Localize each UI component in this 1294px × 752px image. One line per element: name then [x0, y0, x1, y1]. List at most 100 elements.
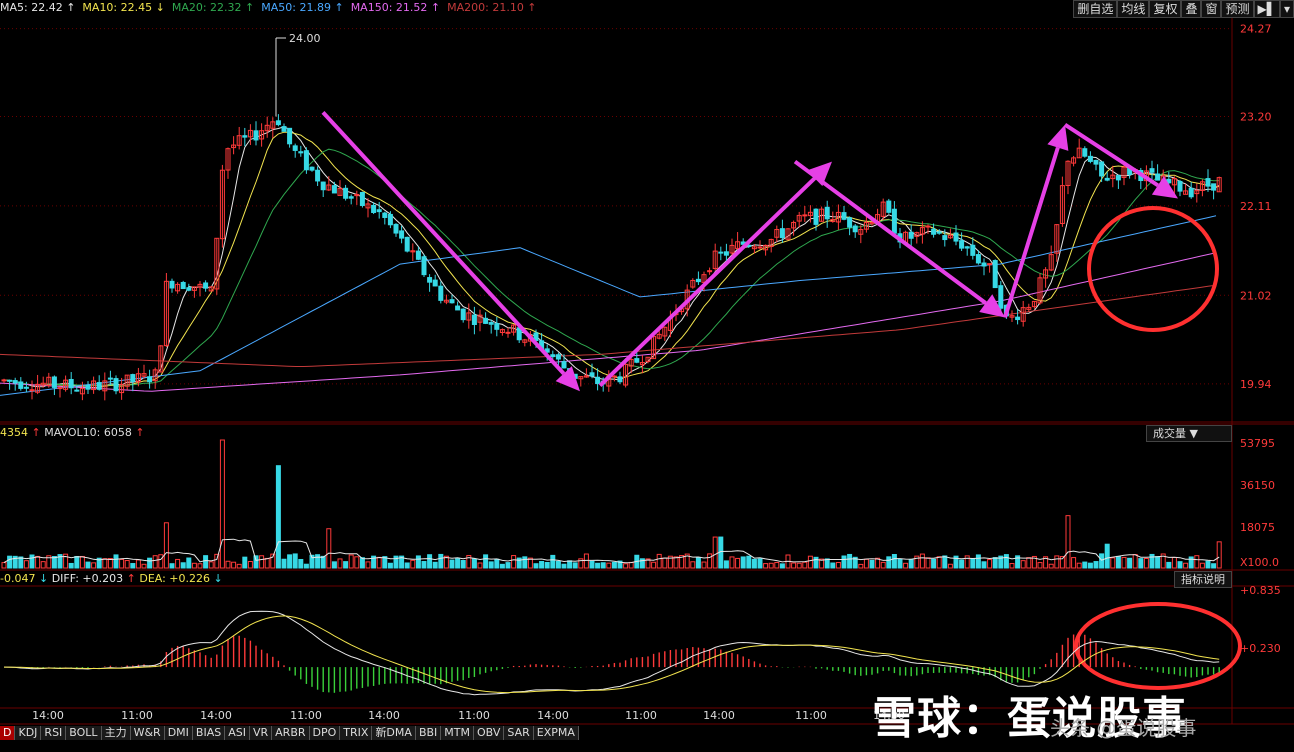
volume-bar [1009, 563, 1015, 569]
candle-body [981, 262, 987, 267]
toolbar-button[interactable]: 复权 [1149, 0, 1182, 18]
indicator-tab[interactable]: KDJ [15, 726, 42, 740]
candle-body [1082, 148, 1088, 157]
candle-body [718, 251, 724, 254]
volume-bar [7, 555, 13, 569]
candle-body [292, 145, 298, 151]
indicator-tab[interactable]: DMI [164, 726, 193, 740]
volume-bar [505, 562, 511, 569]
toolbar-button[interactable]: 窗 [1201, 0, 1222, 18]
volume-bar [359, 557, 365, 569]
ma-legend-item: MA5: 22.42 ↑ [0, 1, 76, 14]
volume-bar [897, 558, 903, 569]
indicator-tab[interactable]: RSI [41, 726, 67, 740]
volume-selector-button[interactable]: 成交量 ▼ [1146, 425, 1232, 442]
volume-bar [1, 562, 7, 569]
time-tick-label: 14:00 [32, 709, 64, 722]
candle-body [925, 225, 931, 228]
candle-body [449, 299, 455, 304]
volume-bar [555, 560, 561, 569]
toolbar-button[interactable]: 删自选 [1073, 0, 1118, 18]
volume-bar [427, 554, 433, 569]
candle-body [595, 376, 601, 385]
volume-bar [1065, 515, 1071, 569]
watermark-subtext: 头条 @蛋说股事 [1050, 716, 1197, 740]
volume-bar [992, 557, 998, 569]
indicator-tab[interactable]: ARBR [272, 726, 310, 740]
toolbar-button[interactable]: ▾ [1279, 0, 1294, 18]
volume-bar [707, 553, 713, 569]
indicator-tab[interactable]: BIAS [192, 726, 226, 740]
volume-bar [1194, 555, 1200, 569]
volume-bar [449, 559, 455, 569]
volume-bar [152, 555, 158, 569]
toolbar-button[interactable]: 均线 [1117, 0, 1150, 18]
indicator-tab[interactable]: DPO [309, 726, 341, 740]
volume-bar [701, 561, 707, 569]
indicator-tabs[interactable]: D KDJ RSI BOLL 主力 W&R DMI BIAS ASI VR ARBR DPO TRIX 新… [0, 726, 579, 740]
volume-bar [595, 562, 601, 569]
volume-bar [779, 563, 785, 569]
indicator-tab[interactable]: OBV [473, 726, 505, 740]
volume-bar [208, 561, 214, 569]
volume-bar [471, 558, 477, 569]
volume-bar [387, 562, 393, 569]
volume-bar [320, 555, 326, 569]
indicator-tab[interactable]: EXPMA [533, 726, 579, 740]
volume-bar [40, 561, 46, 569]
volume-bar [835, 561, 841, 569]
indicator-tab[interactable]: BOLL [66, 726, 102, 740]
toolbar-button[interactable]: ▶▌ [1253, 0, 1280, 18]
volume-bar [1183, 562, 1189, 569]
volume-bar [354, 556, 360, 569]
candle-body [180, 281, 186, 290]
volume-bar [1020, 560, 1026, 569]
volume-bar [365, 561, 371, 569]
volume-bar [600, 562, 606, 569]
indicator-tab[interactable]: VR [249, 726, 273, 740]
indicator-tab[interactable]: MTM [441, 726, 474, 740]
axis-labels: 24.27 23.20 22.11 21.02 19.94 53795 36150 18075… [32, 23, 1281, 722]
candle-body [555, 354, 561, 360]
volume-bar [869, 559, 875, 569]
chart-toolbar[interactable]: 删自选 均线 复权叠窗预测 ▶▌ ▾ [1073, 0, 1294, 18]
volume-bar [376, 556, 382, 569]
candle-body [460, 308, 466, 321]
volume-bar [1138, 558, 1144, 569]
indicator-tab[interactable]: ASI [225, 726, 250, 740]
time-tick-label: 14:00 [368, 709, 400, 722]
candle-body [242, 135, 248, 138]
toolbar-button[interactable]: 预测 [1221, 0, 1254, 18]
candle-body [12, 380, 18, 384]
stock-chart-canvas[interactable]: 24.00 24.27 23.20 22.11 21.02 19.94 53795 3615… [0, 0, 1294, 752]
candle-body [1155, 173, 1161, 181]
trend-arrow-head [1047, 124, 1069, 151]
volume-bar [259, 555, 265, 569]
indicator-tab[interactable]: 新DMA [372, 726, 416, 740]
volume-bar [147, 557, 153, 569]
mavol-value: MAVOL10: 6058 [44, 426, 132, 439]
candle-body [85, 384, 91, 390]
indicator-tab[interactable]: 主力 [101, 726, 131, 740]
indicator-tab[interactable]: SAR [504, 726, 534, 740]
volume-bar [281, 558, 287, 569]
candle-body [852, 225, 858, 233]
candle-body [964, 246, 970, 249]
volume-bar [735, 557, 741, 569]
candle-body [824, 206, 830, 220]
ma-legend-item: MA20: 22.32 ↑ [171, 1, 255, 14]
candle-body [471, 314, 477, 326]
indicator-tab[interactable]: W&R [130, 726, 165, 740]
toolbar-button[interactable]: 叠 [1181, 0, 1202, 18]
candle-body [1104, 177, 1110, 181]
indicator-tab[interactable]: TRIX [340, 726, 373, 740]
time-tick-label: 11:00 [458, 709, 490, 722]
indicator-tab[interactable]: BBI [415, 726, 442, 740]
indicator-tab[interactable]: D [0, 726, 16, 740]
volume-bar [197, 563, 203, 569]
candle-body [757, 246, 763, 249]
volume-bars [1, 439, 1222, 569]
indicator-help-button[interactable]: 指标说明 [1174, 571, 1232, 588]
candle-body [427, 277, 433, 283]
volume-bar [841, 555, 847, 569]
